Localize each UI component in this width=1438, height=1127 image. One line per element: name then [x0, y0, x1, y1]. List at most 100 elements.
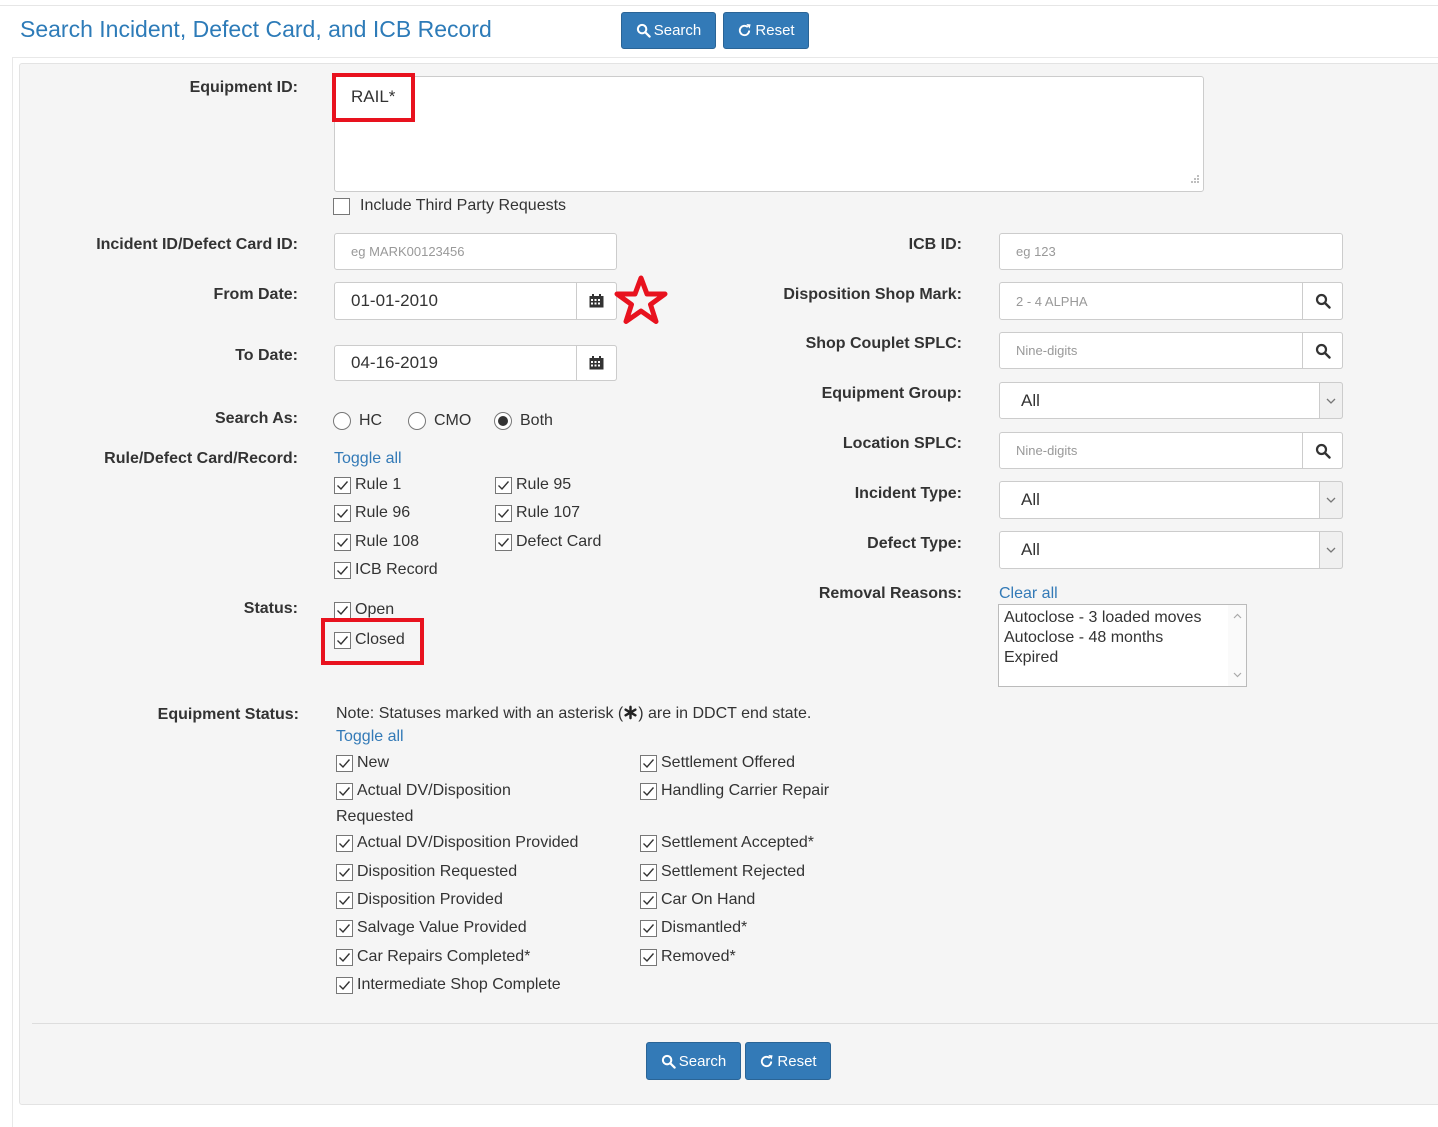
- listbox-scrollbar[interactable]: [1228, 605, 1246, 686]
- checkbox-checked[interactable]: [334, 601, 351, 619]
- reset-button-top[interactable]: Reset: [723, 12, 809, 49]
- checkbox-checked[interactable]: [336, 976, 353, 994]
- rule-toggle-all-link[interactable]: Toggle all: [334, 450, 402, 468]
- icb-id-input[interactable]: eg 123: [999, 233, 1343, 270]
- status-disposition-provided-checkbox[interactable]: Disposition Provided: [336, 891, 503, 909]
- checkbox-checked[interactable]: [495, 533, 512, 551]
- rule-95-checkbox[interactable]: Rule 95: [495, 476, 571, 494]
- rule-107-checkbox[interactable]: Rule 107: [495, 504, 580, 522]
- status-actual-dv-provided-checkbox[interactable]: Actual DV/Disposition Provided: [336, 834, 578, 852]
- radio-cmo[interactable]: CMO: [408, 412, 471, 430]
- checkbox-checked[interactable]: [336, 782, 353, 800]
- to-date-calendar-button[interactable]: [576, 345, 617, 381]
- shop-couplet-splc-input[interactable]: Nine-digits: [999, 332, 1343, 369]
- rule-96-checkbox[interactable]: Rule 96: [334, 504, 410, 522]
- status-open-checkbox[interactable]: Open: [334, 601, 394, 619]
- reset-button-bottom[interactable]: Reset: [745, 1042, 831, 1080]
- equipment-status-toggle-all-link[interactable]: Toggle all: [336, 728, 404, 746]
- radio-hc[interactable]: HC: [333, 412, 382, 430]
- chevron-down-icon[interactable]: [1319, 382, 1343, 419]
- search-button-top[interactable]: Search: [621, 12, 716, 49]
- list-item[interactable]: Expired: [1004, 648, 1246, 668]
- calendar-icon: [589, 294, 604, 308]
- location-splc-search-button[interactable]: [1302, 432, 1343, 469]
- incident-id-label: Incident ID/Defect Card ID:: [96, 236, 298, 253]
- status-dismantled-checkbox[interactable]: Dismantled*: [640, 919, 747, 937]
- checkbox-checked[interactable]: [334, 504, 351, 522]
- status-car-repairs-label: Car Repairs Completed*: [357, 948, 531, 965]
- resize-handle-icon[interactable]: [1190, 171, 1200, 189]
- status-settlement-rejected-checkbox[interactable]: Settlement Rejected: [640, 863, 805, 881]
- checkbox-checked[interactable]: [640, 919, 657, 937]
- status-new-checkbox[interactable]: New: [336, 754, 389, 772]
- from-date-label: From Date:: [213, 286, 298, 303]
- checkbox-box[interactable]: [333, 197, 350, 215]
- removal-reasons-listbox[interactable]: Autoclose - 3 loaded moves Autoclose - 4…: [998, 604, 1247, 687]
- status-salvage-value-label: Salvage Value Provided: [357, 919, 527, 936]
- checkbox-checked[interactable]: [336, 834, 353, 852]
- disposition-shop-mark-search-button[interactable]: [1302, 282, 1343, 320]
- shop-couplet-splc-search-button[interactable]: [1302, 332, 1343, 369]
- equipment-group-select[interactable]: All: [999, 382, 1343, 419]
- status-car-repairs-checkbox[interactable]: Car Repairs Completed*: [336, 948, 530, 966]
- search-button-bottom[interactable]: Search: [646, 1042, 741, 1080]
- incident-type-select[interactable]: All: [999, 481, 1343, 519]
- from-date-input[interactable]: 01-01-2010: [334, 282, 617, 320]
- status-car-on-hand-checkbox[interactable]: Car On Hand: [640, 891, 755, 909]
- radio-button[interactable]: [333, 412, 351, 430]
- checkbox-checked[interactable]: [495, 476, 512, 494]
- chevron-down-icon[interactable]: [1319, 481, 1343, 519]
- checkbox-checked[interactable]: [336, 919, 353, 937]
- status-intermediate-shop-label: Intermediate Shop Complete: [357, 976, 561, 993]
- checkbox-checked[interactable]: [336, 948, 353, 966]
- checkbox-checked[interactable]: [640, 754, 657, 772]
- status-disposition-requested-checkbox[interactable]: Disposition Requested: [336, 863, 517, 881]
- checkbox-checked[interactable]: [640, 863, 657, 881]
- defect-card-label: Defect Card: [516, 533, 602, 550]
- include-third-party-checkbox[interactable]: Include Third Party Requests: [333, 197, 566, 215]
- icb-record-checkbox[interactable]: ICB Record: [334, 561, 438, 579]
- rule-108-checkbox[interactable]: Rule 108: [334, 533, 419, 551]
- search-as-label: Search As:: [215, 410, 298, 427]
- note-text: ) are in DDCT end state.: [638, 705, 812, 722]
- checkbox-checked[interactable]: [495, 504, 512, 522]
- checkbox-checked[interactable]: [334, 533, 351, 551]
- top-rule: [0, 5, 1438, 6]
- checkbox-checked[interactable]: [336, 891, 353, 909]
- status-actual-dv-requested-checkbox[interactable]: Actual DV/Disposition: [336, 782, 511, 800]
- disposition-shop-mark-input[interactable]: 2 - 4 ALPHA: [999, 282, 1343, 320]
- refresh-icon: [737, 23, 752, 38]
- status-intermediate-shop-checkbox[interactable]: Intermediate Shop Complete: [336, 976, 561, 994]
- list-item[interactable]: Autoclose - 3 loaded moves: [1004, 608, 1246, 628]
- radio-both[interactable]: Both: [494, 412, 553, 430]
- equipment-group-label: Equipment Group:: [821, 385, 962, 402]
- list-item[interactable]: Autoclose - 48 months: [1004, 628, 1246, 648]
- defect-card-checkbox[interactable]: Defect Card: [495, 533, 601, 551]
- equipment-id-textarea[interactable]: RAIL*: [334, 76, 1204, 192]
- checkbox-checked[interactable]: [640, 948, 657, 966]
- radio-button[interactable]: [408, 412, 426, 430]
- checkbox-checked[interactable]: [640, 834, 657, 852]
- removal-reasons-clear-all-link[interactable]: Clear all: [999, 585, 1058, 603]
- checkbox-checked[interactable]: [640, 782, 657, 800]
- status-handling-carrier-checkbox[interactable]: Handling Carrier Repair: [640, 782, 829, 800]
- status-settlement-offered-checkbox[interactable]: Settlement Offered: [640, 754, 795, 772]
- shop-couplet-splc-placeholder: Nine-digits: [1016, 343, 1078, 358]
- checkbox-checked[interactable]: [336, 754, 353, 772]
- checkbox-checked[interactable]: [334, 561, 351, 579]
- status-salvage-value-checkbox[interactable]: Salvage Value Provided: [336, 919, 527, 937]
- defect-type-select[interactable]: All: [999, 531, 1343, 569]
- location-splc-input[interactable]: Nine-digits: [999, 432, 1343, 469]
- to-date-input[interactable]: 04-16-2019: [334, 345, 617, 381]
- checkbox-checked[interactable]: [336, 863, 353, 881]
- incident-id-input[interactable]: eg MARK00123456: [334, 233, 617, 270]
- radio-button-selected[interactable]: [494, 412, 512, 430]
- chevron-down-icon[interactable]: [1319, 531, 1343, 569]
- rule-1-checkbox[interactable]: Rule 1: [334, 476, 401, 494]
- checkbox-checked[interactable]: [640, 891, 657, 909]
- icb-record-label: ICB Record: [355, 561, 438, 578]
- checkbox-checked[interactable]: [334, 476, 351, 494]
- from-date-calendar-button[interactable]: [576, 282, 617, 320]
- status-settlement-accepted-checkbox[interactable]: Settlement Accepted*: [640, 834, 814, 852]
- status-removed-checkbox[interactable]: Removed*: [640, 948, 736, 966]
